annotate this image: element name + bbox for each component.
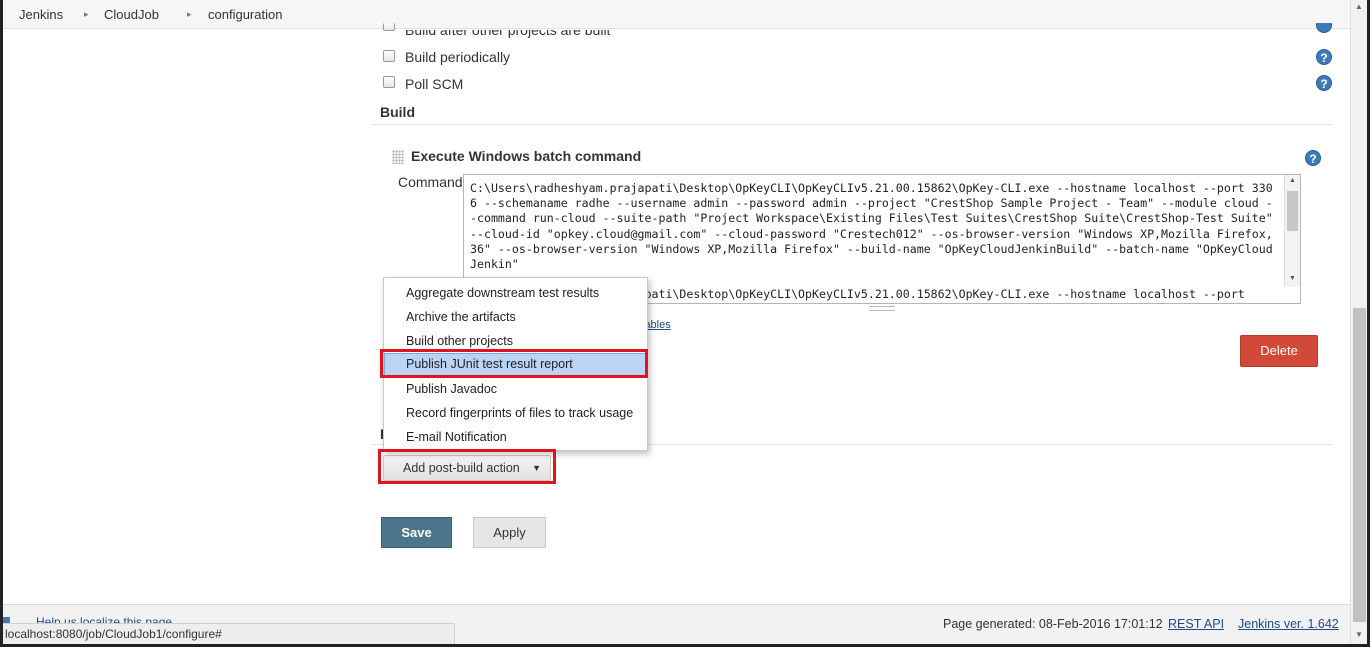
breadcrumb: Jenkins ▸ CloudJob ▸ configuration [0, 0, 1350, 29]
checkbox-poll-scm[interactable] [383, 76, 395, 88]
rest-api-link[interactable]: REST API [1168, 617, 1224, 631]
drag-handle-icon[interactable] [392, 150, 404, 164]
command-label: Command [398, 174, 463, 190]
breadcrumb-separator-icon: ▸ [187, 9, 192, 19]
help-icon[interactable]: ? [1305, 150, 1321, 166]
menu-item-publish-junit[interactable]: Publish JUnit test result report [384, 353, 646, 377]
checkbox-build-periodically[interactable] [383, 50, 395, 62]
menu-item-email-notification[interactable]: E-mail Notification [384, 425, 647, 449]
label-build-periodically: Build periodically [405, 49, 511, 65]
browser-status-bar: localhost:8080/job/CloudJob1/configure# [3, 623, 455, 645]
textarea-resize-handle[interactable] [869, 306, 895, 311]
menu-item-publish-javadoc[interactable]: Publish Javadoc [384, 377, 647, 401]
scroll-up-icon[interactable]: ▲ [1355, 2, 1363, 11]
breadcrumb-jenkins[interactable]: Jenkins [19, 7, 63, 22]
section-divider [372, 124, 1332, 125]
jenkins-version-link[interactable]: Jenkins ver. 1.642 [1238, 617, 1339, 631]
page-scrollbar[interactable]: ▲ ▼ [1350, 0, 1367, 644]
textarea-scrollbar-thumb[interactable] [1287, 191, 1298, 231]
breadcrumb-separator-icon: ▸ [84, 9, 89, 19]
scroll-up-icon[interactable]: ▲ [1289, 177, 1296, 184]
build-step-title: Execute Windows batch command [411, 148, 642, 164]
menu-item-aggregate[interactable]: Aggregate downstream test results [384, 281, 647, 305]
scroll-down-icon[interactable]: ▼ [1289, 275, 1296, 282]
apply-button[interactable]: Apply [473, 517, 546, 548]
checkbox-build-after-other[interactable] [383, 23, 395, 31]
add-post-build-action-button[interactable]: Add post-build action ▼ [383, 455, 551, 481]
textarea-scrollbar[interactable]: ▲ ▼ [1284, 175, 1300, 287]
window-frame [0, 0, 1370, 647]
save-button[interactable]: Save [381, 517, 452, 548]
page-generated-text: Page generated: 08-Feb-2016 17:01:12 [943, 617, 1163, 631]
post-build-action-menu: Aggregate downstream test results Archiv… [383, 277, 648, 451]
add-post-build-action-label: Add post-build action [403, 461, 520, 475]
build-section-title: Build [380, 104, 415, 120]
help-icon[interactable] [1316, 23, 1332, 33]
scroll-down-icon[interactable]: ▼ [1355, 630, 1363, 639]
help-icon[interactable]: ? [1316, 49, 1332, 65]
scrollbar-thumb[interactable] [1353, 308, 1366, 622]
label-poll-scm: Poll SCM [405, 76, 464, 92]
breadcrumb-configuration[interactable]: configuration [208, 7, 282, 22]
delete-button[interactable]: Delete [1240, 335, 1318, 367]
chevron-down-icon: ▼ [532, 463, 541, 473]
menu-item-build-other-projects[interactable]: Build other projects [384, 329, 647, 353]
menu-item-archive-artifacts[interactable]: Archive the artifacts [384, 305, 647, 329]
breadcrumb-cloudjob[interactable]: CloudJob [104, 7, 159, 22]
help-icon[interactable]: ? [1316, 75, 1332, 91]
menu-item-record-fingerprints[interactable]: Record fingerprints of files to track us… [384, 401, 647, 425]
